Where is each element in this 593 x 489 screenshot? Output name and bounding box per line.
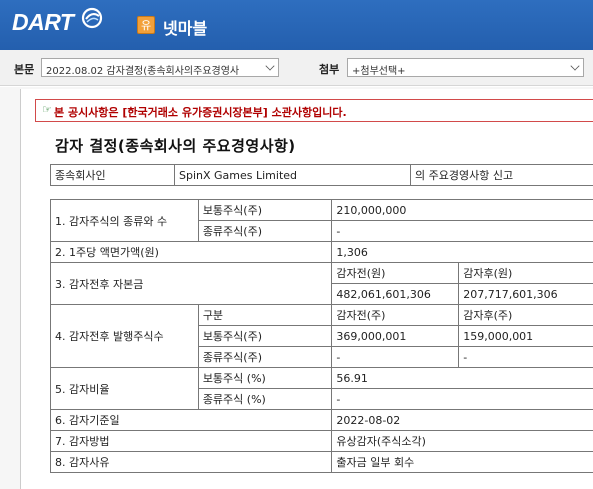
row-label: 8. 감자사유 — [49, 451, 333, 473]
cell: 482,061,601,306 — [331, 283, 460, 305]
cell: 감자후(주) — [458, 304, 593, 326]
cell: - — [458, 346, 593, 368]
row-label: 2. 1주당 액면가액(원) — [49, 241, 333, 263]
cell: 보통주식 (%) — [197, 367, 333, 389]
corp-market-badge: 유 — [137, 16, 155, 34]
attachment-select-value: +첨부선택+ — [352, 66, 406, 77]
main-report-label: 본문 — [14, 63, 35, 76]
cell: - — [331, 220, 593, 242]
cell: - — [331, 346, 460, 368]
cell: 유상감자(주식소각) — [331, 430, 593, 452]
table-row: 1. 감자주식의 종류와 수 보통주식(주) 210,000,000 — [50, 199, 593, 242]
cell: 구분 — [197, 304, 333, 326]
cell: 감자전(주) — [331, 304, 460, 326]
cell: 1,306 — [331, 241, 593, 263]
report-toolbar: 본문 2022.08.02 감자결정(종속회사의주요경영사 첨부 +첨부선택+ — [0, 50, 593, 86]
jurisdiction-notice: ☞ 본 공시사항은 [한국거래소 유가증권시장본부] 소관사항입니다. — [35, 99, 593, 122]
row-label: 4. 감자전후 발행주식수 — [50, 304, 199, 368]
table-row: 4. 감자전후 발행주식수 구분 감자전(주) 감자후(주) — [50, 304, 593, 368]
report-title: 감자 결정(종속회사의 주요경영사항) — [55, 137, 296, 155]
cell: 보통주식(주) — [197, 199, 333, 221]
table-row: 5. 감자비율 보통주식 (%) 56.91 — [50, 367, 593, 410]
pointing-hand-icon: ☞ — [42, 103, 52, 116]
table-row: 7. 감자방법 유상감자(주식소각) — [49, 430, 593, 452]
cell: 감자전(원) — [331, 262, 460, 284]
attachment-label: 첨부 — [319, 63, 340, 76]
row-label: 1. 감자주식의 종류와 수 — [50, 199, 199, 242]
cell: 종류주식(주) — [197, 220, 333, 242]
report-viewer[interactable]: ☞ 본 공시사항은 [한국거래소 유가증권시장본부] 소관사항입니다. 감자 결… — [0, 87, 593, 489]
cell: 56.91 — [331, 367, 593, 389]
report-document: ☞ 본 공시사항은 [한국거래소 유가증권시장본부] 소관사항입니다. 감자 결… — [20, 89, 593, 489]
corp-name: 넷마블 — [163, 19, 208, 38]
cell: 207,717,601,306 — [458, 283, 593, 305]
capital-reduction-table: 1. 감자주식의 종류와 수 보통주식(주) 210,000,000 종류주식(… — [49, 199, 593, 473]
subsidiary-suffix: 의 주요경영사항 신고 — [410, 164, 593, 186]
cell: 종류주식(주) — [197, 346, 333, 368]
subsidiary-label: 종속회사인 — [50, 164, 175, 186]
table-row: 3. 감자전후 자본금 감자전(원) 감자후(원) — [49, 262, 593, 305]
row-label: 6. 감자기준일 — [49, 409, 333, 431]
cell: 2022-08-02 — [331, 409, 593, 431]
dart-swirl-icon — [81, 7, 103, 29]
chevron-down-icon — [570, 61, 580, 71]
chevron-down-icon — [265, 61, 275, 71]
main-report-select-value: 2022.08.02 감자결정(종속회사의주요경영사 — [46, 66, 240, 77]
cell: 출자금 일부 회수 — [331, 451, 593, 473]
cell: 369,000,001 — [331, 325, 460, 347]
notice-text: 본 공시사항은 [한국거래소 유가증권시장본부] 소관사항입니다. — [54, 106, 347, 119]
subsidiary-name: SpinX Games Limited — [174, 164, 411, 186]
table-row: 8. 감자사유 출자금 일부 회수 — [49, 451, 593, 473]
row-label: 7. 감자방법 — [49, 430, 333, 452]
row-label: 5. 감자비율 — [50, 367, 199, 410]
attachment-select[interactable]: +첨부선택+ — [347, 58, 584, 77]
table-row: 6. 감자기준일 2022-08-02 — [49, 409, 593, 431]
cell: 210,000,000 — [331, 199, 593, 221]
cell: 보통주식(주) — [197, 325, 333, 347]
cell: - — [331, 388, 593, 410]
row-label: 3. 감자전후 자본금 — [49, 262, 333, 305]
table-row: 2. 1주당 액면가액(원) 1,306 — [49, 241, 593, 263]
dart-logo[interactable]: DART — [12, 9, 74, 36]
subsidiary-table: 종속회사인 SpinX Games Limited 의 주요경영사항 신고 — [50, 164, 593, 186]
main-report-select[interactable]: 2022.08.02 감자결정(종속회사의주요경영사 — [41, 58, 279, 77]
cell: 159,000,001 — [458, 325, 593, 347]
cell: 감자후(원) — [458, 262, 593, 284]
cell: 종류주식 (%) — [197, 388, 333, 410]
table-row: 종속회사인 SpinX Games Limited 의 주요경영사항 신고 — [50, 164, 593, 186]
dart-header: DART 유 넷마블 — [0, 0, 593, 50]
